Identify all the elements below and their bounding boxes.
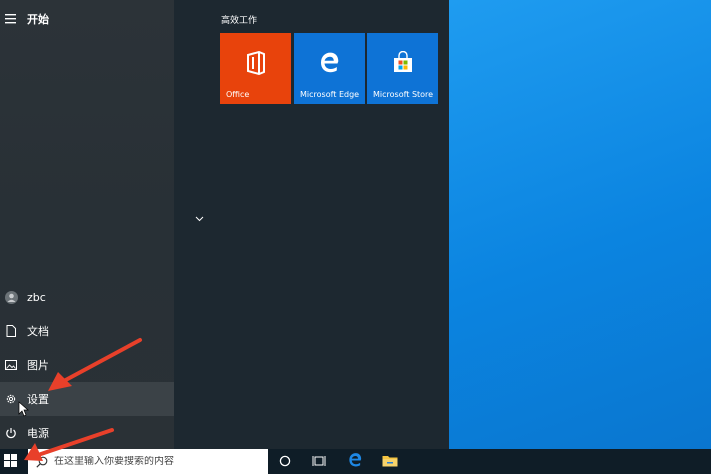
chevron-down-icon[interactable] [195, 207, 204, 226]
power-icon [0, 427, 22, 439]
start-menu-header[interactable]: 开始 [0, 2, 174, 36]
sidebar-item-power[interactable]: 电源 [0, 416, 174, 450]
store-icon [367, 51, 438, 73]
sidebar-item-documents[interactable]: 文档 [0, 314, 174, 348]
hamburger-menu-icon[interactable] [0, 14, 22, 24]
windows-icon [3, 452, 17, 471]
search-input[interactable] [54, 456, 254, 467]
taskbar-file-explorer-button[interactable] [375, 449, 405, 474]
edge-icon [348, 452, 363, 471]
user-name: zbc [27, 290, 46, 304]
task-view-button[interactable] [304, 449, 334, 474]
office-icon [220, 51, 291, 75]
cortana-icon [279, 452, 291, 471]
tile-microsoft-edge[interactable]: Microsoft Edge [294, 33, 365, 104]
tile-label: Microsoft Store [373, 90, 434, 99]
start-button[interactable] [0, 449, 20, 474]
tile-label: Microsoft Edge [300, 90, 360, 99]
cortana-button[interactable] [270, 449, 300, 474]
task-view-icon [312, 452, 326, 471]
tile-office[interactable]: Office [220, 33, 291, 104]
edge-icon [294, 51, 365, 73]
desktop-background [449, 0, 711, 449]
sidebar-item-user[interactable]: zbc [0, 280, 174, 314]
tile-microsoft-store[interactable]: Microsoft Store [367, 33, 438, 104]
search-icon [36, 456, 48, 468]
sidebar-item-label: 电源 [27, 427, 49, 440]
document-icon [0, 325, 22, 337]
tile-label: Office [226, 90, 250, 99]
sidebar-item-label: 图片 [27, 359, 49, 372]
sidebar-item-settings[interactable]: 设置 [0, 382, 174, 416]
taskbar [0, 449, 711, 474]
taskbar-search-box[interactable] [28, 449, 268, 474]
picture-icon [0, 360, 22, 370]
gear-icon [0, 393, 22, 405]
user-avatar-icon [0, 290, 22, 304]
start-menu-title: 开始 [27, 13, 49, 26]
taskbar-edge-button[interactable] [340, 449, 370, 474]
sidebar-item-label: 设置 [27, 393, 49, 406]
sidebar-item-pictures[interactable]: 图片 [0, 348, 174, 382]
start-menu: 开始 zbc 文档 图片 设置 电源 高效工作 Office Microsoft… [0, 0, 449, 449]
file-explorer-icon [382, 452, 398, 471]
tile-group-title: 高效工作 [221, 16, 258, 26]
sidebar-item-label: 文档 [27, 325, 49, 338]
